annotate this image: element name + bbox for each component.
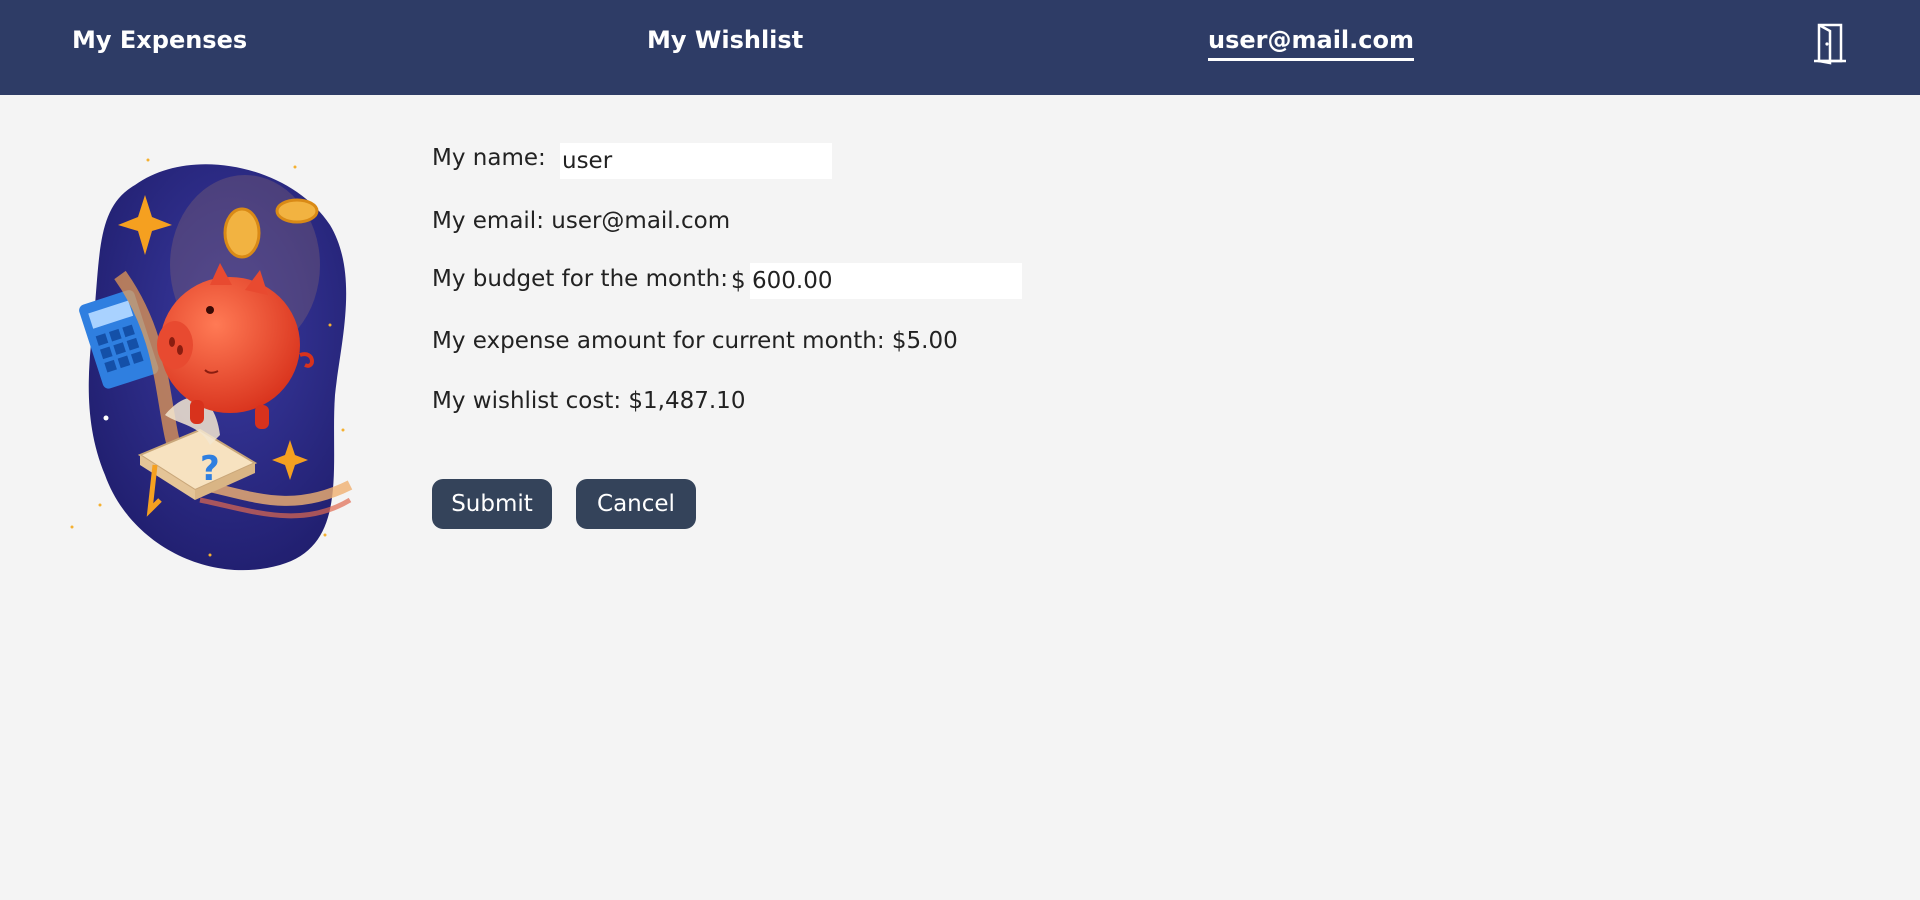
nav-my-wishlist[interactable]: My Wishlist bbox=[647, 26, 803, 54]
piggy-bank-illustration: ? bbox=[60, 145, 360, 575]
cancel-button[interactable]: Cancel bbox=[576, 479, 696, 529]
email-text: My email: user@mail.com bbox=[432, 208, 731, 234]
budget-label: My budget for the month: bbox=[432, 266, 729, 292]
currency-symbol: $ bbox=[731, 268, 746, 294]
nav-user-profile[interactable]: user@mail.com bbox=[1208, 26, 1414, 61]
wishlist-cost-text: My wishlist cost: $1,487.10 bbox=[432, 388, 746, 414]
top-navbar: My Expenses My Wishlist user@mail.com bbox=[0, 0, 1920, 95]
nav-my-expenses[interactable]: My Expenses bbox=[72, 26, 247, 54]
door-icon bbox=[1814, 23, 1846, 65]
budget-input[interactable] bbox=[750, 263, 1022, 299]
submit-button[interactable]: Submit bbox=[432, 479, 552, 529]
name-label: My name: bbox=[432, 145, 546, 171]
expense-amount-text: My expense amount for current month: $5.… bbox=[432, 328, 958, 354]
svg-text:?: ? bbox=[200, 449, 220, 489]
name-input[interactable] bbox=[560, 143, 832, 179]
logout-button[interactable] bbox=[1810, 22, 1850, 66]
